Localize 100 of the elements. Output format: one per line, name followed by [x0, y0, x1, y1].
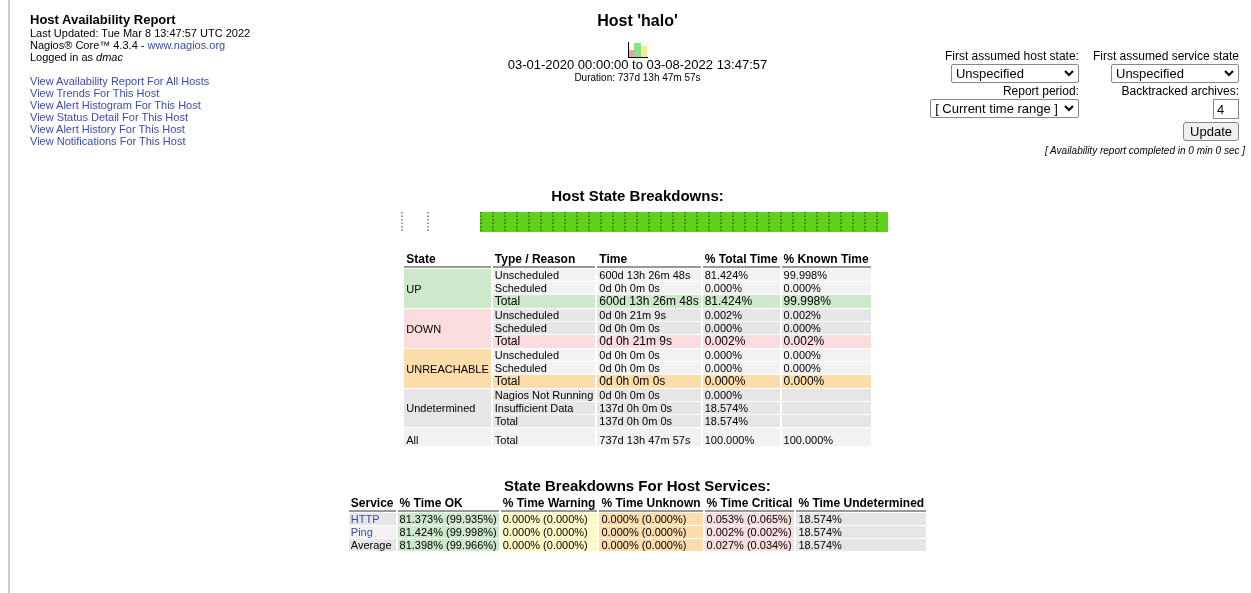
table-cell: 737d 13h 47m 57s: [597, 428, 701, 446]
state-cell: DOWN: [404, 309, 491, 348]
table-cell: 0.000%: [781, 282, 871, 294]
completion-note: [ Availability report completed in 0 min 0 sec ]: [1044, 145, 1245, 157]
state-cell: UNREACHABLE: [404, 349, 491, 388]
chevron-icon: [1224, 70, 1234, 77]
table-cell: 0.027% (0.034%): [704, 539, 795, 551]
table-cell: 0.000%: [702, 389, 780, 401]
dropdown[interactable]: [ Current time range ]: [930, 99, 1079, 118]
table-cell: 18.574%: [796, 526, 927, 538]
table-cell: 0.002%: [702, 335, 780, 348]
table-cell: 0.053% (0.065%): [704, 513, 795, 525]
section-title: State Breakdowns For Host Services:: [504, 477, 771, 495]
version-text: Nagios® Core™ 4.3.4 -: [30, 39, 146, 51]
service-link[interactable]: HTTP: [348, 513, 396, 525]
table-cell: Scheduled: [492, 282, 596, 294]
chevron-icon: [1063, 105, 1074, 112]
table-cell: 0.002% (0.002%): [704, 526, 795, 538]
table-cell: 0d 0h 0m 0s: [597, 375, 701, 388]
table-cell: 0d 0h 0m 0s: [597, 322, 701, 334]
table-cell: 0.000% (0.000%): [500, 513, 598, 525]
table-cell: 600d 13h 26m 48s: [597, 295, 701, 308]
table-cell: 100.000%: [702, 428, 780, 446]
table-cell: 0d 0h 21m 9s: [597, 335, 701, 348]
table-cell: 99.998%: [781, 269, 871, 281]
table-cell: 81.373% (99.935%): [397, 513, 499, 525]
table-cell: 81.398% (99.966%): [397, 539, 499, 551]
table-cell: 0.000%: [702, 375, 780, 388]
table-cell: 0.000%: [702, 322, 780, 334]
dropdown[interactable]: Unspecified: [950, 64, 1079, 83]
table-cell: Total: [492, 428, 596, 446]
table-cell: Average: [348, 539, 396, 551]
table-cell: 0.000%: [702, 282, 780, 294]
table-cell: 0d 0h 0m 0s: [597, 362, 701, 374]
table-cell: 0d 0h 0m 0s: [597, 282, 701, 294]
report-link[interactable]: View Alert Histogram For This Host: [30, 99, 201, 111]
chevron-icon: [1063, 70, 1074, 77]
table-cell: Unscheduled: [492, 309, 596, 321]
page-title: Host Availability Report: [30, 12, 176, 27]
table-cell: 137d 0h 0m 0s: [597, 415, 701, 427]
table-cell: Total: [492, 295, 596, 308]
field-label: Backtracked archives:: [1121, 83, 1239, 99]
dropdown[interactable]: Unspecified: [1111, 64, 1239, 83]
state-cell: UP: [404, 269, 491, 308]
table-cell: Total: [492, 415, 596, 427]
state-cell: All: [404, 428, 491, 446]
table-cell: 18.574%: [796, 513, 927, 525]
last-updated-text: Last Updated: Tue Mar 8 13:47:57 UTC 2022: [30, 27, 251, 39]
table-cell: 0.000%: [781, 322, 871, 334]
histogram-icon[interactable]: [627, 42, 648, 58]
host-title: Host 'halo': [597, 12, 678, 30]
table-cell: 600d 13h 26m 48s: [597, 269, 701, 281]
table-cell: 0.002%: [781, 335, 871, 348]
table-cell: 0d 0h 0m 0s: [597, 349, 701, 361]
table-cell: Nagios Not Running: [492, 389, 596, 401]
table-cell: 81.424% (99.998%): [397, 526, 499, 538]
table-cell: Total: [492, 335, 596, 348]
table-cell: Total: [492, 375, 596, 388]
report-link[interactable]: View Status Detail For This Host: [30, 111, 188, 123]
table-cell: 0.000% (0.000%): [500, 539, 598, 551]
report-link[interactable]: View Notifications For This Host: [30, 135, 186, 147]
table-cell: 0.000%: [781, 349, 871, 361]
report-link[interactable]: View Availability Report For All Hosts: [30, 75, 210, 87]
table-cell: 18.574%: [702, 402, 780, 414]
table-cell: 100.000%: [781, 428, 871, 446]
table-cell: 0.000%: [781, 375, 871, 388]
table-cell: 0.000%: [702, 349, 780, 361]
field-label: First assumed service state: [1092, 48, 1239, 64]
table-cell: 0.000% (0.000%): [599, 526, 703, 538]
table-cell: Scheduled: [492, 362, 596, 374]
input-field[interactable]: 4: [1213, 99, 1239, 119]
service-link[interactable]: Ping: [348, 526, 396, 538]
table-cell: Unscheduled: [492, 269, 596, 281]
table-cell: 0.000% (0.000%): [500, 526, 598, 538]
logged-in-text: Logged in as dmac: [30, 51, 123, 63]
table-cell: 18.574%: [702, 415, 780, 427]
table-cell: 0.000% (0.000%): [599, 513, 703, 525]
report-link[interactable]: View Alert History For This Host: [30, 123, 185, 135]
field-label: Report period:: [1002, 83, 1079, 99]
field-label: First assumed host state:: [944, 48, 1079, 64]
table-cell: 81.424%: [702, 295, 780, 308]
report-link[interactable]: View Trends For This Host: [30, 87, 160, 99]
duration-text: Duration: 737d 13h 47m 57s: [574, 72, 701, 84]
section-title: Host State Breakdowns:: [551, 187, 724, 205]
table-cell: 0d 0h 0m 0s: [597, 389, 701, 401]
website-link[interactable]: www.nagios.org: [147, 39, 226, 51]
table-cell: 0.002%: [781, 309, 871, 321]
table-cell: 0.000%: [702, 362, 780, 374]
table-cell: 99.998%: [781, 295, 871, 308]
date-range: 03-01-2020 00:00:00 to 03-08-2022 13:47:57: [507, 58, 768, 72]
table-cell: 0.000%: [781, 362, 871, 374]
state-cell: Undetermined: [404, 389, 491, 427]
table-cell: Insufficient Data: [492, 402, 596, 414]
table-cell: 0.002%: [702, 309, 780, 321]
table-cell: 81.424%: [702, 269, 780, 281]
table-cell: 137d 0h 0m 0s: [597, 402, 701, 414]
update-button[interactable]: Update: [1183, 122, 1239, 141]
table-cell: Unscheduled: [492, 349, 596, 361]
table-cell: Scheduled: [492, 322, 596, 334]
table-cell: 0d 0h 21m 9s: [597, 309, 701, 321]
